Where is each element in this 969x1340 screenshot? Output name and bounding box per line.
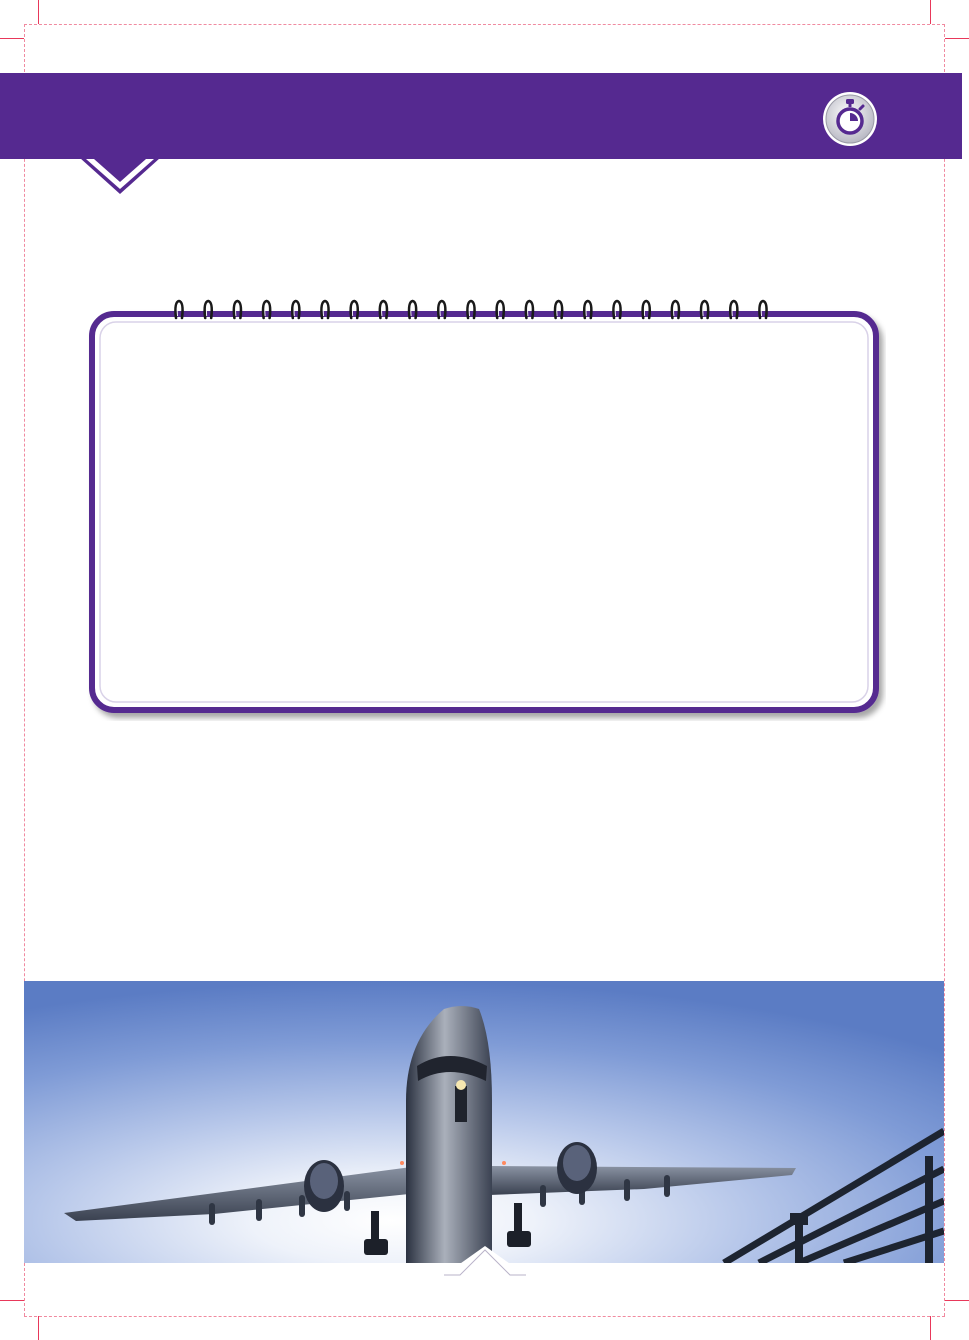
header-pointer <box>80 158 160 194</box>
crop-mark <box>930 1316 931 1340</box>
stopwatch-icon <box>823 92 877 146</box>
crop-mark <box>0 1300 24 1301</box>
footer-notch <box>440 1246 530 1278</box>
crop-mark <box>945 38 969 39</box>
crop-mark <box>38 0 39 24</box>
trim-line <box>944 24 945 1316</box>
notepad-content <box>110 340 850 680</box>
trim-line <box>24 24 945 25</box>
crop-mark <box>0 38 24 39</box>
header-band <box>0 73 962 159</box>
crop-mark <box>38 1316 39 1340</box>
airplane-photo <box>24 981 944 1263</box>
crop-mark <box>930 0 931 24</box>
trim-line <box>24 1316 945 1317</box>
crop-mark <box>945 1300 969 1301</box>
